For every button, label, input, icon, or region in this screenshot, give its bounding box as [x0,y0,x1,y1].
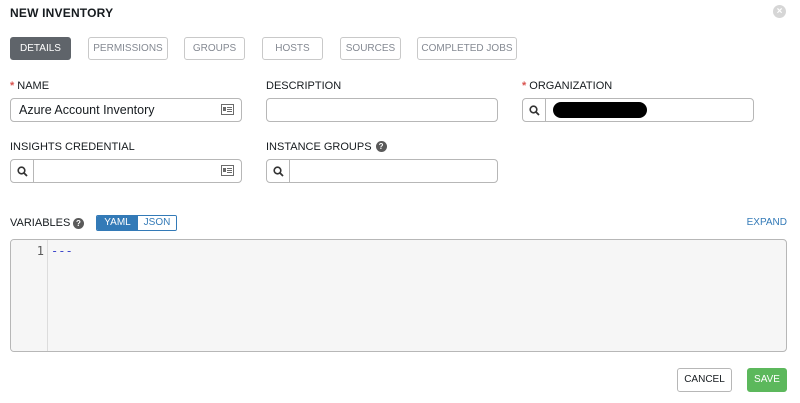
variables-editor[interactable]: 1 --- [10,239,787,352]
line-number: 1 [36,244,44,258]
card-icon [221,104,234,115]
instance-groups-label: INSTANCE GROUPS? [266,141,387,153]
organization-field[interactable] [522,98,754,122]
tab-sources[interactable]: SOURCES [340,37,401,60]
variables-label: VARIABLES [10,217,70,229]
search-icon [528,104,540,116]
tab-completed-jobs[interactable]: COMPLETED JOBS [417,37,517,60]
search-icon [16,165,28,177]
required-marker: * [10,80,15,92]
yaml-json-toggle: YAML JSON [96,215,177,231]
variables-help-icon[interactable]: ? [73,218,84,229]
help-icon[interactable]: ? [375,141,387,152]
description-field[interactable] [266,98,498,122]
tab-details[interactable]: DETAILS [10,37,71,60]
redacted-organization-value [553,102,647,118]
insights-credential-lookup-button[interactable] [11,160,34,182]
editor-gutter: 1 [11,240,48,351]
name-field[interactable]: Azure Account Inventory [10,98,242,122]
yaml-toggle-button[interactable]: YAML [97,216,138,230]
instance-groups-lookup-button[interactable] [267,160,290,182]
save-button[interactable]: SAVE [747,368,787,392]
page-title: NEW INVENTORY [10,6,114,20]
insights-credential-field[interactable] [10,159,242,183]
search-icon [272,165,284,177]
tab-hosts[interactable]: HOSTS [262,37,323,60]
json-toggle-button[interactable]: JSON [138,216,176,230]
name-value: Azure Account Inventory [19,103,155,117]
expand-link[interactable]: EXPAND [747,217,787,228]
required-marker: * [522,80,527,92]
editor-content[interactable]: --- [51,244,73,258]
tab-permissions[interactable]: PERMISSIONS [88,37,168,60]
card-icon [221,165,234,176]
organization-label: * ORGANIZATION [522,80,612,92]
name-label: * NAME [10,80,49,92]
organization-lookup-button[interactable] [523,99,546,121]
close-icon[interactable]: × [773,5,786,18]
name-label-text: NAME [17,80,50,92]
instance-groups-label-text: INSTANCE GROUPS [266,141,372,153]
tab-groups[interactable]: GROUPS [184,37,245,60]
description-label: DESCRIPTION [266,80,342,92]
organization-label-text: ORGANIZATION [529,80,613,92]
variables-label-text: VARIABLES [10,217,71,229]
instance-groups-field[interactable] [266,159,498,183]
cancel-button[interactable]: CANCEL [677,368,732,392]
insights-credential-label: INSIGHTS CREDENTIAL [10,141,135,153]
